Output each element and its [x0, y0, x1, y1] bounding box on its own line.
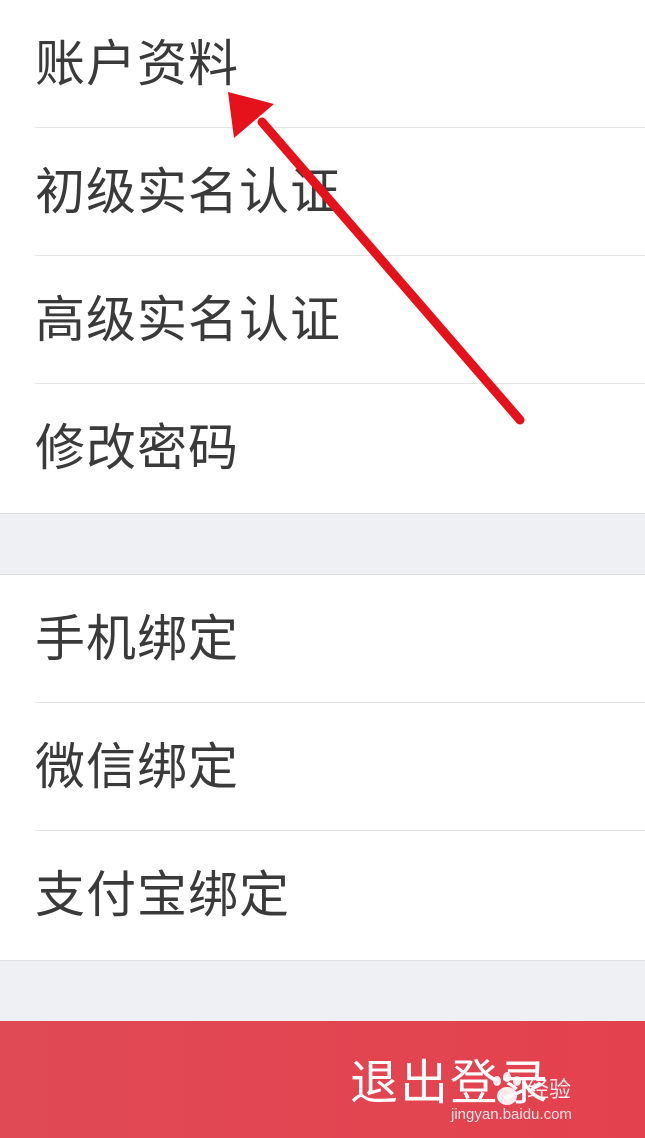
baidu-jingyan-watermark: 经验 jingyan.baidu.com — [451, 1066, 611, 1126]
menu-item-label: 修改密码 — [35, 419, 239, 477]
logout-button[interactable]: 退出登录 经验 jingyan.baidu.com — [0, 1021, 645, 1138]
menu-item-label: 微信绑定 — [35, 737, 239, 796]
paw-logo-icon — [493, 1072, 521, 1105]
section-divider — [0, 513, 645, 575]
menu-item-label: 支付宝绑定 — [35, 866, 290, 924]
menu-item-alipay-binding[interactable]: 支付宝绑定 — [35, 831, 645, 959]
menu-item-phone-binding[interactable]: 手机绑定 — [35, 575, 645, 703]
menu-item-change-password[interactable]: 修改密码 — [35, 384, 645, 512]
menu-item-advanced-verification[interactable]: 高级实名认证 — [35, 256, 645, 384]
menu-item-label: 初级实名认证 — [35, 162, 341, 221]
menu-item-label: 手机绑定 — [35, 609, 239, 668]
menu-item-basic-verification[interactable]: 初级实名认证 — [35, 128, 645, 256]
menu-item-label: 账户资料 — [35, 34, 239, 93]
menu-item-label: 高级实名认证 — [35, 290, 341, 349]
menu-item-wechat-binding[interactable]: 微信绑定 — [35, 703, 645, 831]
account-settings-group: 账户资料 初级实名认证 高级实名认证 修改密码 — [0, 0, 645, 512]
section-divider — [0, 960, 645, 1021]
watermark-brand: 经验 — [527, 1078, 572, 1103]
watermark-url: jingyan.baidu.com — [451, 1106, 572, 1123]
menu-item-account-info[interactable]: 账户资料 — [35, 0, 645, 128]
binding-settings-group: 手机绑定 微信绑定 支付宝绑定 — [0, 575, 645, 959]
